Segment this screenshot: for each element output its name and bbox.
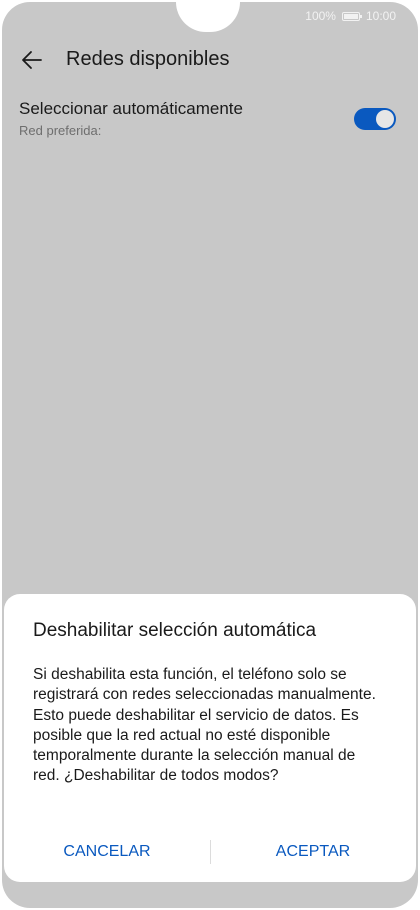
- auto-select-toggle[interactable]: [354, 108, 396, 130]
- battery-percent: 100%: [305, 9, 336, 23]
- accept-button[interactable]: ACEPTAR: [210, 834, 416, 870]
- status-time: 10:00: [365, 9, 396, 23]
- battery-icon: [341, 11, 362, 21]
- cancel-button[interactable]: CANCELAR: [4, 834, 210, 870]
- page-title: Redes disponibles: [66, 48, 230, 70]
- camera-notch: [176, 2, 240, 32]
- dialog-title: Deshabilitar selección automática: [33, 620, 317, 641]
- auto-select-setting-row[interactable]: Seleccionar automáticamente Red preferid…: [2, 96, 418, 146]
- back-button[interactable]: [18, 46, 46, 74]
- dialog-actions: CANCELAR ACEPTAR: [4, 834, 416, 870]
- toggle-knob: [376, 110, 394, 128]
- arrow-left-icon: [22, 51, 42, 69]
- dialog-message: Si deshabilita esta función, el teléfono…: [33, 666, 376, 785]
- app-bar: Redes disponibles: [2, 38, 418, 82]
- phone-screen: 100% 10:00 Redes disponibles Seleccionar…: [2, 2, 418, 908]
- status-bar: 100% 10:00: [305, 9, 396, 23]
- setting-subtitle: Red preferida:: [19, 123, 102, 138]
- disable-auto-select-dialog: Deshabilitar selección automática Si des…: [4, 594, 416, 882]
- setting-title: Seleccionar automáticamente: [19, 99, 243, 118]
